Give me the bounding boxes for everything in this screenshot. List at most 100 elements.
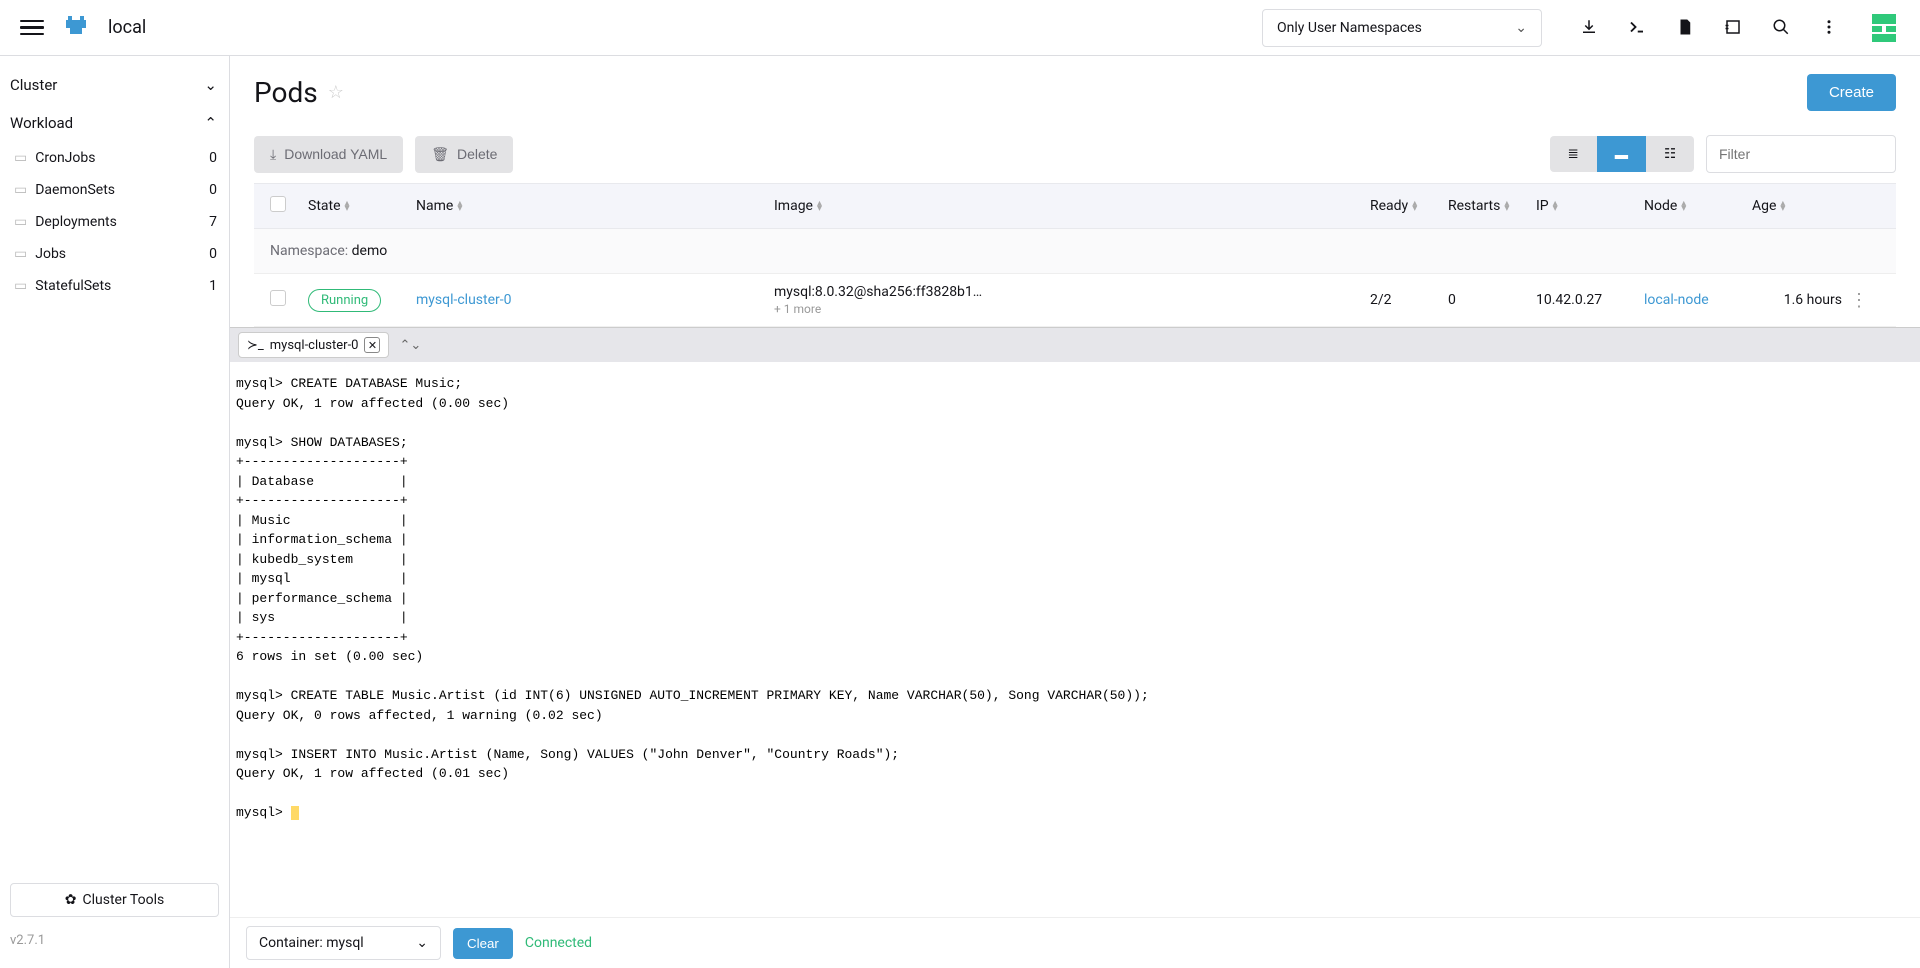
- col-node[interactable]: Node▴▾: [1644, 198, 1744, 214]
- pod-image: mysql:8.0.32@sha256:ff3828b1…: [774, 284, 1362, 300]
- page-title: Pods ☆: [254, 76, 344, 109]
- version-label: v2.7.1: [0, 923, 229, 958]
- file-icon[interactable]: [1676, 18, 1696, 38]
- pod-age: 1.6 hours: [1752, 292, 1842, 308]
- gear-icon: ✿: [65, 892, 77, 908]
- folder-icon: ▭: [14, 150, 27, 166]
- favorite-star-icon[interactable]: ☆: [328, 82, 344, 103]
- sidebar-item-label: StatefulSets: [35, 278, 201, 294]
- terminal-tabs: ≻_ mysql-cluster-0 ✕ ⌃⌄: [230, 327, 1920, 362]
- terminal-collapse-icon[interactable]: ⌃⌄: [399, 338, 421, 353]
- container-selector[interactable]: Container: mysql ⌄: [246, 926, 441, 960]
- col-restarts[interactable]: Restarts▴▾: [1448, 198, 1528, 214]
- terminal-output[interactable]: mysql> CREATE DATABASE Music; Query OK, …: [230, 362, 1920, 917]
- sidebar-group-label: Cluster: [10, 76, 57, 94]
- chevron-down-icon: ⌄: [1515, 20, 1527, 36]
- sidebar-item-cronjobs[interactable]: ▭ CronJobs 0: [0, 142, 229, 174]
- namespace-name: demo: [352, 243, 388, 259]
- namespace-selector-label: Only User Namespaces: [1277, 20, 1422, 36]
- terminal-tab-label: mysql-cluster-0: [270, 338, 359, 353]
- chevron-down-icon: ⌄: [204, 76, 217, 94]
- menu-toggle[interactable]: [20, 16, 44, 40]
- col-image[interactable]: Image▴▾: [774, 198, 1362, 214]
- sidebar-item-label: DaemonSets: [35, 182, 201, 198]
- state-badge: Running: [308, 289, 381, 312]
- namespace-selector[interactable]: Only User Namespaces ⌄: [1262, 9, 1542, 47]
- header: local Only User Namespaces ⌄: [0, 0, 1920, 56]
- chevron-down-icon: ⌄: [416, 935, 428, 951]
- col-ip[interactable]: IP▴▾: [1536, 198, 1636, 214]
- page-title-text: Pods: [254, 76, 318, 109]
- terminal-text: mysql> CREATE DATABASE Music; Query OK, …: [236, 376, 1149, 820]
- sidebar-item-count: 0: [209, 246, 217, 262]
- cluster-tools-label: Cluster Tools: [83, 892, 165, 908]
- sidebar-item-label: Deployments: [35, 214, 201, 230]
- view-namespace-icon[interactable]: ▬: [1597, 136, 1646, 172]
- filter-input[interactable]: [1706, 135, 1896, 173]
- view-list-icon[interactable]: ≣: [1550, 136, 1597, 172]
- sidebar: Cluster ⌄ Workload ⌃ ▭ CronJobs 0 ▭ Daem…: [0, 56, 230, 968]
- sidebar-item-statefulsets[interactable]: ▭ StatefulSets 1: [0, 270, 229, 302]
- kebab-menu-icon[interactable]: [1820, 18, 1840, 38]
- pod-node-link[interactable]: local-node: [1644, 292, 1709, 308]
- terminal-cursor: [291, 806, 299, 820]
- col-age[interactable]: Age▴▾: [1752, 198, 1842, 214]
- cluster-tools-button[interactable]: ✿ Cluster Tools: [10, 883, 219, 917]
- sidebar-group-workload[interactable]: Workload ⌃: [0, 104, 229, 142]
- chevron-up-icon: ⌃: [204, 114, 217, 132]
- namespace-row: Namespace: demo: [254, 229, 1896, 274]
- download-icon: ⤓: [270, 146, 276, 163]
- user-avatar[interactable]: [1868, 12, 1900, 44]
- col-ready[interactable]: Ready▴▾: [1370, 198, 1440, 214]
- sort-icon: ▴▾: [345, 201, 350, 211]
- sort-icon: ▴▾: [457, 201, 462, 211]
- pod-image-more: + 1 more: [774, 302, 1362, 316]
- clear-button[interactable]: Clear: [453, 928, 513, 959]
- select-all-checkbox[interactable]: [270, 196, 286, 212]
- sidebar-item-deployments[interactable]: ▭ Deployments 7: [0, 206, 229, 238]
- terminal-footer: Container: mysql ⌄ Clear Connected: [230, 917, 1920, 968]
- container-selector-label: Container: mysql: [259, 935, 364, 951]
- sidebar-item-count: 1: [209, 278, 217, 294]
- shell-icon: ≻_: [247, 338, 264, 353]
- folder-icon: ▭: [14, 214, 27, 230]
- folder-icon: ▭: [14, 182, 27, 198]
- row-checkbox[interactable]: [270, 290, 286, 306]
- download-yaml-button[interactable]: ⤓ Download YAML: [254, 136, 403, 173]
- view-compact-icon[interactable]: ☷: [1646, 136, 1694, 172]
- kubeconfig-icon[interactable]: [1724, 18, 1744, 38]
- cluster-name[interactable]: local: [108, 17, 146, 38]
- sort-icon: ▴▾: [1504, 201, 1509, 211]
- shell-icon[interactable]: [1628, 18, 1648, 38]
- close-tab-icon[interactable]: ✕: [364, 337, 380, 353]
- sort-icon: ▴▾: [1412, 201, 1417, 211]
- table-row: Running mysql-cluster-0 mysql:8.0.32@sha…: [254, 274, 1896, 327]
- pod-restarts: 0: [1448, 292, 1528, 308]
- sort-icon: ▴▾: [817, 201, 822, 211]
- connection-status: Connected: [525, 935, 592, 951]
- col-state[interactable]: State▴▾: [308, 198, 408, 214]
- sidebar-group-cluster[interactable]: Cluster ⌄: [0, 66, 229, 104]
- sidebar-item-label: Jobs: [35, 246, 201, 262]
- search-icon[interactable]: [1772, 18, 1792, 38]
- sidebar-item-daemonsets[interactable]: ▭ DaemonSets 0: [0, 174, 229, 206]
- sort-icon: ▴▾: [1553, 201, 1558, 211]
- row-kebab-menu-icon[interactable]: ⋮: [1850, 290, 1880, 311]
- view-toggle: ≣ ▬ ☷: [1550, 136, 1694, 172]
- create-button[interactable]: Create: [1807, 74, 1896, 111]
- pods-table: State▴▾ Name▴▾ Image▴▾ Ready▴▾ Restarts▴…: [254, 183, 1896, 327]
- pod-name-link[interactable]: mysql-cluster-0: [416, 292, 512, 308]
- sidebar-item-count: 7: [209, 214, 217, 230]
- pod-ip: 10.42.0.27: [1536, 292, 1636, 308]
- sort-icon: ▴▾: [1681, 201, 1686, 211]
- sidebar-item-count: 0: [209, 150, 217, 166]
- sidebar-item-jobs[interactable]: ▭ Jobs 0: [0, 238, 229, 270]
- col-name[interactable]: Name▴▾: [416, 198, 766, 214]
- delete-button[interactable]: 🗑 Delete: [415, 136, 513, 173]
- sidebar-item-count: 0: [209, 182, 217, 198]
- sidebar-item-label: CronJobs: [35, 150, 201, 166]
- terminal-tab[interactable]: ≻_ mysql-cluster-0 ✕: [238, 332, 389, 358]
- pod-ready: 2/2: [1370, 292, 1440, 308]
- import-icon[interactable]: [1580, 18, 1600, 38]
- download-yaml-label: Download YAML: [284, 146, 387, 162]
